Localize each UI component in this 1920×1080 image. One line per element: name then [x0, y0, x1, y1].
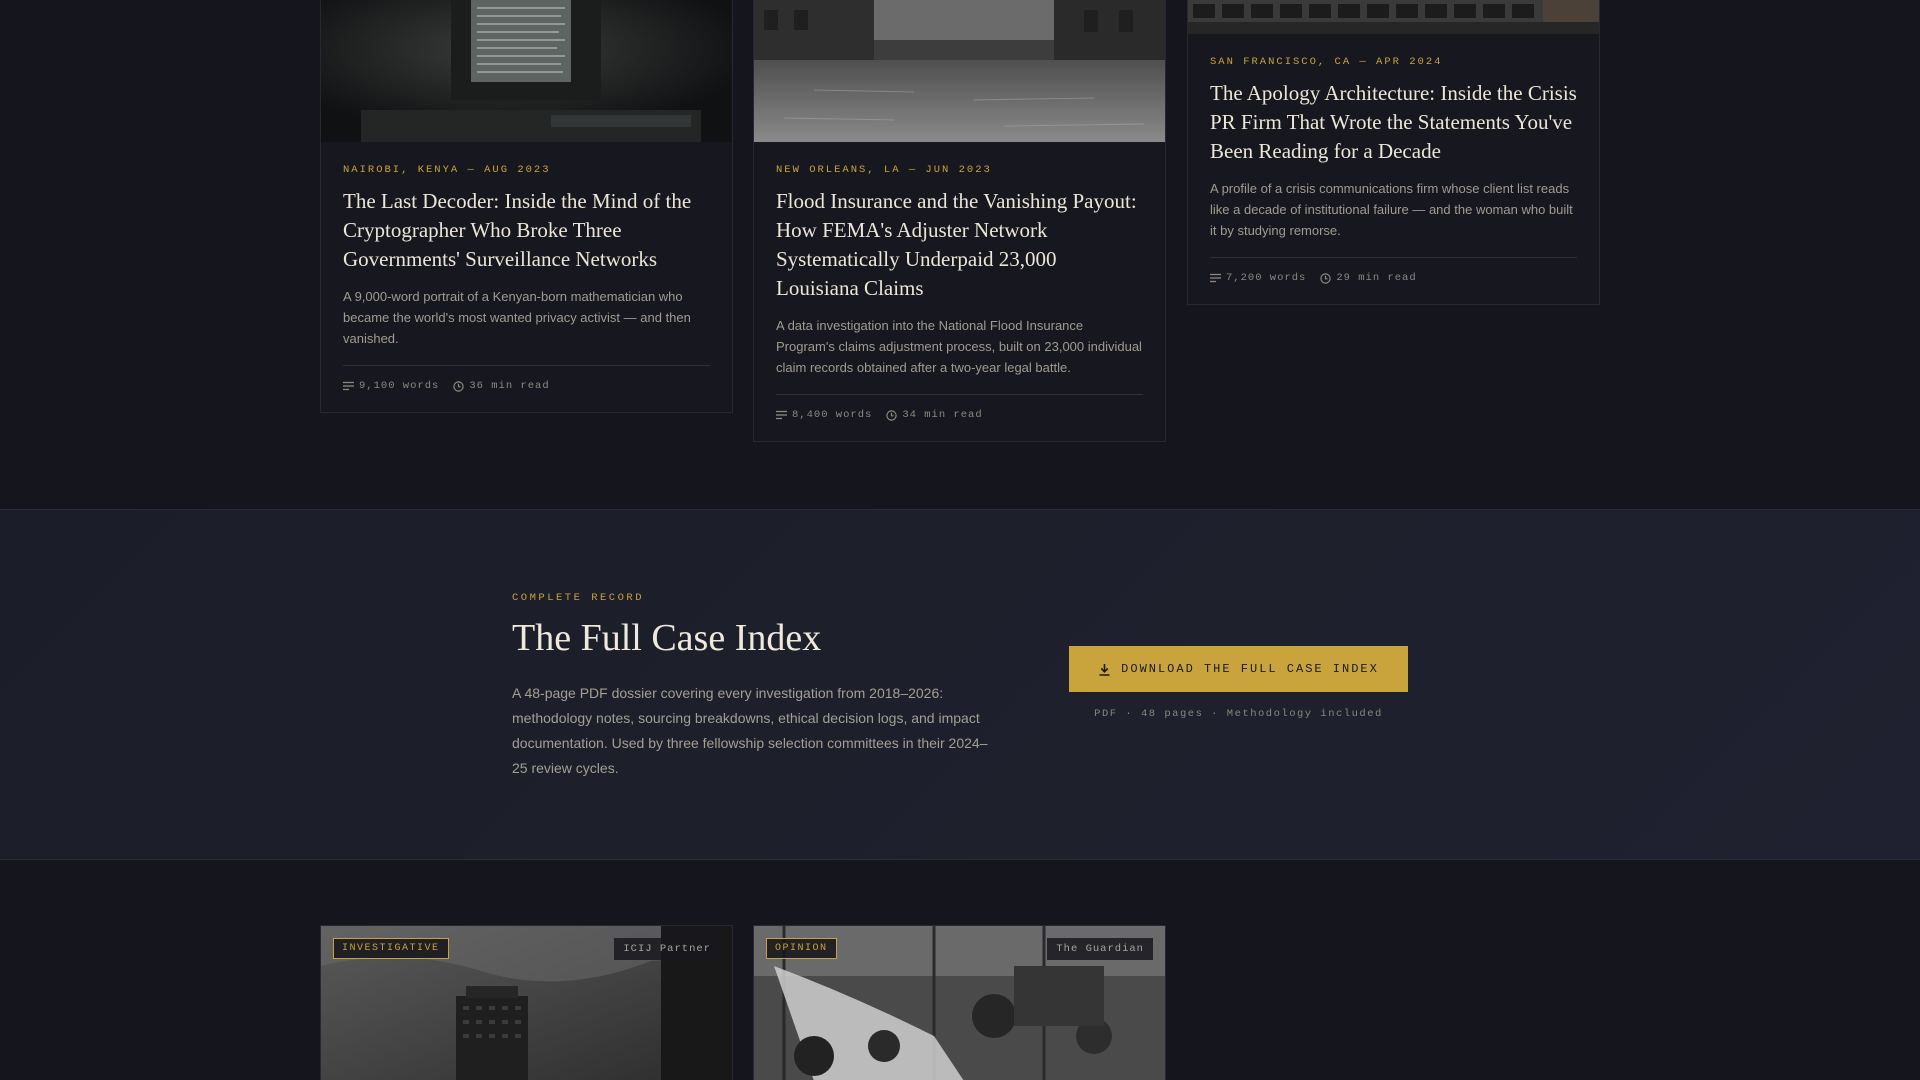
article-meta: 9,100 words 36 min read: [343, 365, 710, 392]
read-time: 34 min read: [886, 409, 982, 421]
words-icon: [343, 381, 354, 391]
article-meta: 7,200 words 29 min read: [1210, 257, 1577, 284]
section-title: The Full Case Index: [512, 617, 822, 659]
article-card-5[interactable]: OPINION The Guardian: [753, 925, 1166, 1080]
clock-icon: [1320, 272, 1332, 284]
words-icon: [776, 410, 787, 420]
article-image-office: [1188, 0, 1599, 34]
read-time-label: 36 min read: [469, 380, 550, 392]
category-tag: INVESTIGATIVE: [333, 938, 449, 959]
download-note: PDF · 48 pages · Methodology included: [1094, 708, 1383, 720]
read-time: 29 min read: [1320, 272, 1416, 284]
article-summary: A profile of a crisis communications fir…: [1210, 181, 1573, 238]
source-badge: The Guardian: [1047, 938, 1153, 960]
article-card-1[interactable]: NAIROBI, KENYA — AUG 2023 The Last Decod…: [320, 0, 733, 413]
section-eyebrow: COMPLETE RECORD: [512, 592, 645, 604]
download-button-label: DOWNLOAD THE FULL CASE INDEX: [1121, 662, 1379, 676]
source-badge: ICIJ Partner: [614, 938, 720, 960]
article-card-2[interactable]: NEW ORLEANS, LA — JUN 2023 Flood Insuran…: [753, 0, 1166, 442]
word-count-label: 9,100 words: [359, 380, 440, 392]
clock-icon: [453, 380, 465, 392]
article-card-4[interactable]: INVESTIGATIVE ICIJ Partner: [320, 925, 733, 1080]
article-title[interactable]: The Last Decoder: Inside the Mind of the…: [343, 187, 710, 274]
article-meta: 8,400 words 34 min read: [776, 394, 1143, 421]
article-image-flooded-street: [754, 0, 1165, 142]
read-time: 36 min read: [453, 380, 549, 392]
article-title[interactable]: The Apology Architecture: Inside the Cri…: [1210, 79, 1577, 166]
article-dateline: NEW ORLEANS, LA — JUN 2023: [776, 164, 992, 176]
words-icon: [1210, 273, 1221, 283]
article-dateline: SAN FRANCISCO, CA — APR 2024: [1210, 56, 1443, 68]
section-description: A 48-page PDF dossier covering every inv…: [512, 685, 988, 776]
download-case-index-button[interactable]: DOWNLOAD THE FULL CASE INDEX: [1069, 646, 1408, 692]
read-time-label: 29 min read: [1336, 272, 1417, 284]
article-image-terminal: [321, 0, 732, 142]
download-icon: [1099, 663, 1110, 676]
word-count: 9,100 words: [343, 380, 439, 392]
clock-icon: [886, 409, 898, 421]
word-count-label: 7,200 words: [1226, 272, 1307, 284]
article-summary: A 9,000-word portrait of a Kenyan-born m…: [343, 289, 691, 346]
article-dateline: NAIROBI, KENYA — AUG 2023: [343, 164, 551, 176]
article-summary: A data investigation into the National F…: [776, 318, 1142, 375]
word-count-label: 8,400 words: [792, 409, 873, 421]
word-count: 8,400 words: [776, 409, 872, 421]
article-title[interactable]: Flood Insurance and the Vanishing Payout…: [776, 187, 1143, 303]
article-card-3[interactable]: SAN FRANCISCO, CA — APR 2024 The Apology…: [1187, 0, 1600, 305]
word-count: 7,200 words: [1210, 272, 1306, 284]
read-time-label: 34 min read: [902, 409, 983, 421]
category-tag: OPINION: [766, 938, 837, 959]
